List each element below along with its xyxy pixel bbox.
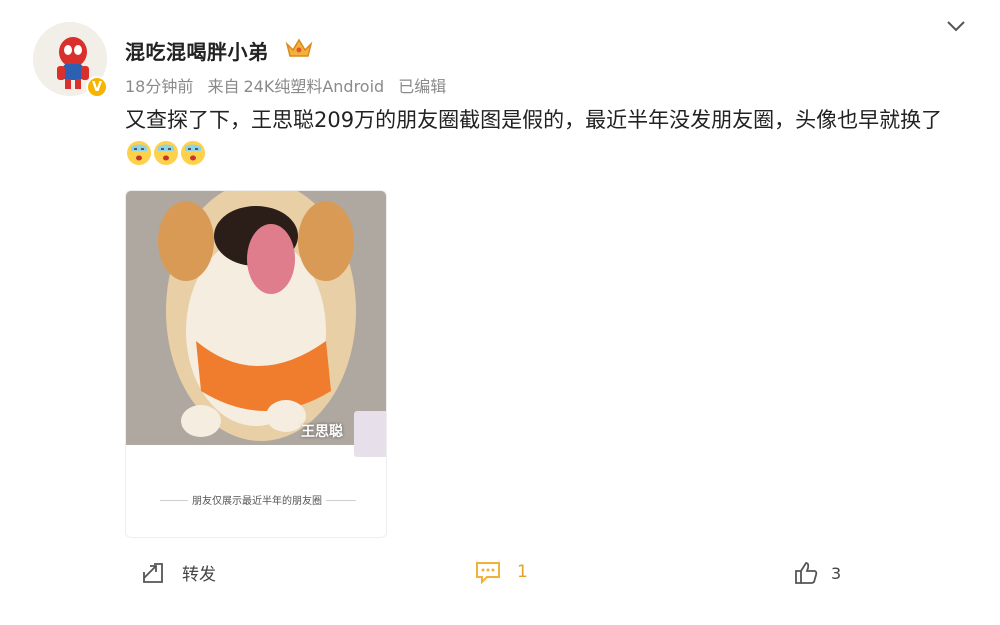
thumbnail-image bbox=[354, 411, 386, 457]
comment-count: 1 bbox=[517, 562, 528, 582]
repost-label: 转发 bbox=[182, 565, 216, 585]
image-caption-text: 朋友仅展示最近半年的朋友圈 bbox=[188, 496, 326, 507]
source-prefix: 来自 bbox=[207, 77, 240, 96]
emoji-face-icon bbox=[154, 141, 178, 165]
edited-label[interactable]: 已编辑 bbox=[398, 77, 446, 96]
emoji-face-icon bbox=[181, 141, 205, 165]
share-icon bbox=[143, 562, 163, 583]
post-meta: 18分钟前 来自 24K纯塑料Android 已编辑 bbox=[125, 73, 455, 97]
chevron-down-icon[interactable] bbox=[944, 16, 968, 36]
comment-icon bbox=[476, 562, 500, 584]
image-caption: 朋友仅展示最近半年的朋友圈 bbox=[126, 492, 386, 507]
verified-badge-icon: V bbox=[86, 76, 108, 98]
thumbs-up-icon bbox=[795, 562, 818, 584]
crown-badge-icon[interactable] bbox=[285, 36, 313, 60]
post-text: 又查探了下，王思聪209万的朋友圈截图是假的，最近半年没发朋友圈，头像也早就换了 bbox=[125, 108, 943, 132]
post-time: 18分钟前 bbox=[125, 77, 194, 96]
comment-button[interactable]: 1 bbox=[474, 560, 528, 584]
photo-name-label: 王思聪 bbox=[301, 424, 343, 440]
username[interactable]: 混吃混喝胖小弟 bbox=[125, 36, 269, 65]
emoji-face-icon bbox=[127, 141, 151, 165]
emoji-group bbox=[125, 141, 206, 166]
like-button[interactable]: 3 bbox=[793, 560, 841, 586]
image-card[interactable]: 王思聪 朋友仅展示最近半年的朋友圈 bbox=[125, 190, 387, 538]
corgi-photo[interactable] bbox=[126, 191, 387, 445]
repost-button[interactable]: 转发 bbox=[140, 560, 216, 585]
post-body: 又查探了下，王思聪209万的朋友圈截图是假的，最近半年没发朋友圈，头像也早就换了 bbox=[125, 103, 965, 171]
post-source[interactable]: 24K纯塑料Android bbox=[243, 77, 384, 96]
like-count: 3 bbox=[831, 563, 842, 583]
